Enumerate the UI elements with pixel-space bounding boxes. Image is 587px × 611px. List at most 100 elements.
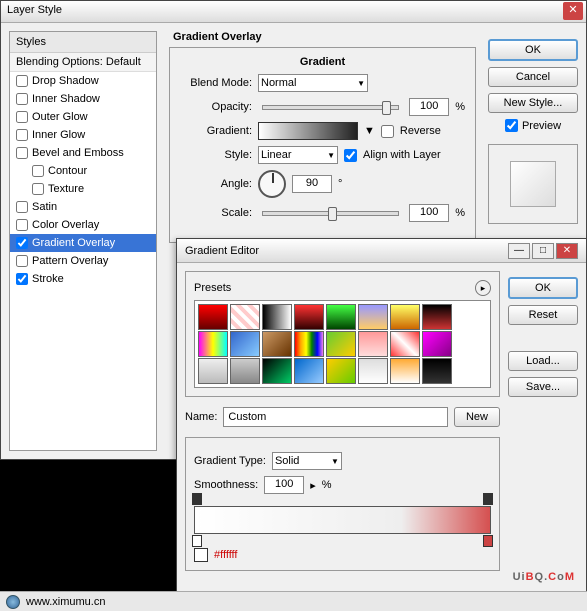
preset-swatch[interactable] — [358, 304, 388, 330]
style-item-stroke[interactable]: Stroke — [10, 270, 156, 288]
style-label: Stroke — [32, 273, 64, 285]
minimize-button[interactable]: — — [508, 243, 530, 259]
ok-button[interactable]: OK — [488, 39, 578, 61]
preset-swatch[interactable] — [230, 304, 260, 330]
opacity-stop-right[interactable] — [483, 493, 493, 505]
style-item-pattern-overlay[interactable]: Pattern Overlay — [10, 252, 156, 270]
style-label: Satin — [32, 201, 57, 213]
new-button[interactable]: New — [454, 407, 500, 427]
preset-swatch[interactable] — [294, 358, 324, 384]
blending-options[interactable]: Blending Options: Default — [10, 53, 156, 72]
cancel-button[interactable]: Cancel — [488, 67, 578, 87]
preset-swatch[interactable] — [294, 331, 324, 357]
preset-swatch[interactable] — [262, 304, 292, 330]
preset-swatch[interactable] — [422, 304, 452, 330]
smoothness-value[interactable]: 100 — [264, 476, 304, 494]
preset-swatch[interactable] — [358, 331, 388, 357]
opacity-value[interactable]: 100 — [409, 98, 449, 116]
styles-panel: Styles Blending Options: Default Drop Sh… — [9, 31, 157, 451]
editor-close-button[interactable]: ✕ — [556, 243, 578, 259]
opacity-slider[interactable] — [262, 105, 399, 110]
name-input[interactable] — [223, 407, 448, 427]
preset-swatch[interactable] — [422, 331, 452, 357]
style-item-inner-shadow[interactable]: Inner Shadow — [10, 90, 156, 108]
style-checkbox[interactable] — [16, 201, 28, 213]
scale-value[interactable]: 100 — [409, 204, 449, 222]
gradient-preview[interactable] — [258, 122, 358, 140]
new-style-button[interactable]: New Style... — [488, 93, 578, 113]
style-checkbox[interactable] — [16, 219, 28, 231]
name-label: Name: — [185, 411, 217, 423]
smoothness-arrow-icon[interactable]: ▸ — [310, 479, 316, 492]
preset-swatch[interactable] — [262, 331, 292, 357]
editor-save-button[interactable]: Save... — [508, 377, 578, 397]
color-stop-right[interactable] — [483, 535, 493, 547]
opacity-stop-left[interactable] — [192, 493, 202, 505]
editor-load-button[interactable]: Load... — [508, 351, 578, 371]
presets-label: Presets — [194, 282, 231, 294]
maximize-button[interactable]: □ — [532, 243, 554, 259]
preset-swatch[interactable] — [198, 358, 228, 384]
styles-header[interactable]: Styles — [10, 32, 156, 53]
style-item-texture[interactable]: Texture — [10, 180, 156, 198]
preset-swatch[interactable] — [262, 358, 292, 384]
preset-swatch[interactable] — [422, 358, 452, 384]
style-checkbox[interactable] — [16, 75, 28, 87]
style-checkbox[interactable] — [16, 129, 28, 141]
style-item-outer-glow[interactable]: Outer Glow — [10, 108, 156, 126]
color-stop-left[interactable] — [192, 535, 202, 547]
globe-icon — [6, 595, 20, 609]
style-label: Outer Glow — [32, 111, 88, 123]
presets-menu-icon[interactable]: ▸ — [475, 280, 491, 296]
smoothness-label: Smoothness: — [194, 479, 258, 491]
preset-swatch[interactable] — [326, 358, 356, 384]
preset-swatch[interactable] — [198, 304, 228, 330]
editor-reset-button[interactable]: Reset — [508, 305, 578, 325]
color-swatch[interactable] — [194, 548, 208, 562]
style-checkbox[interactable] — [16, 111, 28, 123]
style-checkbox[interactable] — [32, 183, 44, 195]
gradient-type-select[interactable]: Solid▼ — [272, 452, 342, 470]
preset-swatch[interactable] — [390, 331, 420, 357]
scale-slider[interactable] — [262, 211, 399, 216]
angle-value[interactable]: 90 — [292, 175, 332, 193]
style-checkbox[interactable] — [16, 93, 28, 105]
style-item-color-overlay[interactable]: Color Overlay — [10, 216, 156, 234]
preset-swatch[interactable] — [326, 304, 356, 330]
preview-checkbox[interactable] — [505, 119, 518, 132]
gradient-label: Gradient: — [180, 125, 252, 137]
titlebar[interactable]: Layer Style ✕ — [1, 1, 586, 23]
preset-swatch[interactable] — [230, 358, 260, 384]
editor-ok-button[interactable]: OK — [508, 277, 578, 299]
close-button[interactable]: ✕ — [563, 2, 583, 20]
blend-mode-select[interactable]: Normal▼ — [258, 74, 368, 92]
style-item-drop-shadow[interactable]: Drop Shadow — [10, 72, 156, 90]
style-checkbox[interactable] — [16, 147, 28, 159]
style-checkbox[interactable] — [16, 273, 28, 285]
preset-swatch[interactable] — [390, 358, 420, 384]
preset-swatch[interactable] — [326, 331, 356, 357]
style-item-gradient-overlay[interactable]: Gradient Overlay — [10, 234, 156, 252]
editor-titlebar[interactable]: Gradient Editor — □ ✕ — [177, 239, 586, 263]
style-item-inner-glow[interactable]: Inner Glow — [10, 126, 156, 144]
scale-label: Scale: — [180, 207, 252, 219]
preset-swatch[interactable] — [390, 304, 420, 330]
angle-label: Angle: — [180, 178, 252, 190]
preset-swatch[interactable] — [294, 304, 324, 330]
gradient-bar[interactable] — [194, 506, 491, 534]
preset-swatch[interactable] — [198, 331, 228, 357]
reverse-checkbox[interactable] — [381, 125, 394, 138]
style-checkbox[interactable] — [32, 165, 44, 177]
gradient-dropdown-icon[interactable]: ▼ — [364, 125, 375, 137]
align-checkbox[interactable] — [344, 149, 357, 162]
style-checkbox[interactable] — [16, 255, 28, 267]
section-title: Gradient Overlay — [169, 31, 476, 43]
preset-swatch[interactable] — [358, 358, 388, 384]
preset-swatch[interactable] — [230, 331, 260, 357]
style-checkbox[interactable] — [16, 237, 28, 249]
style-item-satin[interactable]: Satin — [10, 198, 156, 216]
style-item-bevel-and-emboss[interactable]: Bevel and Emboss — [10, 144, 156, 162]
angle-dial[interactable] — [258, 170, 286, 198]
style-item-contour[interactable]: Contour — [10, 162, 156, 180]
style-select[interactable]: Linear▼ — [258, 146, 338, 164]
